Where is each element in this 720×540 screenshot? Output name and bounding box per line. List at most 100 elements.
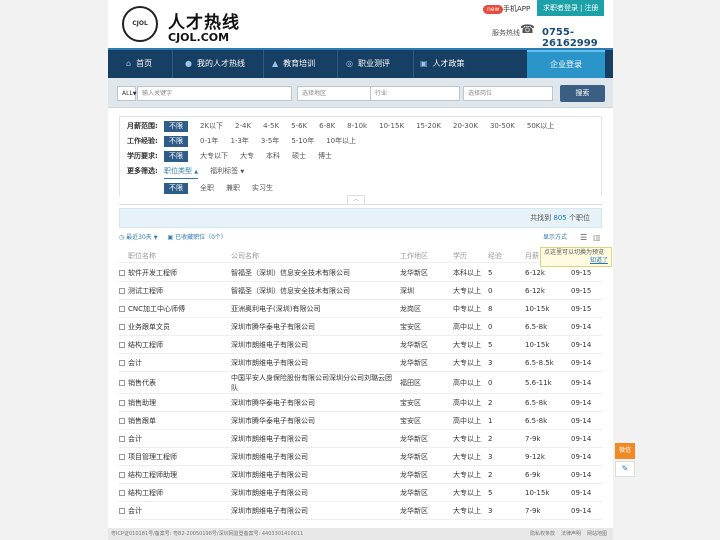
education-option[interactable]: 本科	[266, 151, 280, 162]
wechat-button[interactable]: 微信	[615, 443, 635, 459]
job-title[interactable]: 结构工程师助理	[128, 466, 228, 484]
row-checkbox[interactable]	[119, 380, 125, 386]
row-checkbox[interactable]	[119, 342, 125, 348]
salary-option[interactable]: 10-15K	[379, 121, 404, 132]
position-select[interactable]: 选择岗位	[463, 86, 553, 101]
table-row[interactable]: 结构工程师 深圳市朗维电子有限公司 龙华新区 大专以上 5 10-15k 09-14	[119, 336, 602, 354]
company-name[interactable]: 深圳市朗维电子有限公司	[231, 502, 396, 520]
row-checkbox[interactable]	[119, 306, 125, 312]
education-option[interactable]: 硕士	[292, 151, 306, 162]
company-name[interactable]: 深圳市朗维电子有限公司	[231, 448, 396, 466]
nav-item-policy[interactable]: ▣ 人才政策	[414, 50, 489, 78]
job-title[interactable]: 结构工程师	[128, 336, 228, 354]
company-name[interactable]: 深圳市腾华泰电子有限公司	[231, 318, 396, 336]
table-row[interactable]: 软件开发工程师 智福圣（深圳）信息安全技术有限公司 龙华新区 本科以上 5 6-12k 09…	[119, 264, 602, 282]
education-option[interactable]: 大专以下	[200, 151, 228, 162]
nav-item-assessment[interactable]: ◎ 职业测评	[338, 50, 414, 78]
experience-option[interactable]: 1-3年	[230, 136, 248, 147]
table-row[interactable]: 测试工程师 智福圣（深圳）信息安全技术有限公司 深圳 大专以上 0 6-12k 09-15	[119, 282, 602, 300]
jobtype-option[interactable]: 不限	[164, 183, 188, 194]
row-checkbox[interactable]	[119, 490, 125, 496]
nav-item-my-cjol[interactable]: ● 我的人才热线	[173, 50, 264, 78]
privacy-link[interactable]: 隐私权条款	[530, 531, 555, 537]
company-name[interactable]: 深圳市朗维电子有限公司	[231, 336, 396, 354]
table-row[interactable]: 会计 深圳市朗维电子有限公司 龙华新区 大专以上 2 7-9k 09-14	[119, 430, 602, 448]
row-checkbox[interactable]	[119, 508, 125, 514]
enterprise-login-button[interactable]: 企业登录	[527, 50, 605, 78]
company-name[interactable]: 中国平安人身保险股份有限公司深圳分公司刘璐云团队	[231, 373, 396, 393]
row-checkbox[interactable]	[119, 324, 125, 330]
row-checkbox[interactable]	[119, 400, 125, 406]
company-name[interactable]: 深圳市朗维电子有限公司	[231, 354, 396, 372]
salary-option[interactable]: 6-8K	[319, 121, 335, 132]
job-title[interactable]: 业务跟单文员	[128, 318, 228, 336]
job-title[interactable]: 项目管理工程师	[128, 448, 228, 466]
experience-option[interactable]: 3-5年	[261, 136, 279, 147]
saved-jobs-link[interactable]: 已收藏职位（0个）	[175, 234, 227, 241]
job-title[interactable]: 软件开发工程师	[128, 264, 228, 282]
education-option[interactable]: 大专	[240, 151, 254, 162]
search-type-select[interactable]: ALL▼	[117, 86, 137, 101]
salary-option[interactable]: 2K以下	[200, 121, 223, 132]
jobseeker-login-link[interactable]: 求职者登录	[543, 4, 578, 12]
salary-option[interactable]: 5-6K	[291, 121, 307, 132]
position-type-toggle[interactable]: 职位类型 ▲	[164, 166, 199, 179]
company-name[interactable]: 智福圣（深圳）信息安全技术有限公司	[231, 282, 396, 300]
search-button[interactable]: 搜索	[560, 85, 605, 102]
salary-option[interactable]: 2-4K	[235, 121, 251, 132]
company-name[interactable]: 亚洲奥利电子(深圳)有限公司	[231, 300, 396, 318]
row-checkbox[interactable]	[119, 360, 125, 366]
job-title[interactable]: 销售跟单	[128, 412, 228, 430]
nav-item-education[interactable]: ▲ 教育培训	[264, 50, 338, 78]
experience-option[interactable]: 不限	[164, 136, 188, 147]
company-name[interactable]: 深圳市腾华泰电子有限公司	[231, 394, 396, 412]
row-checkbox[interactable]	[119, 270, 125, 276]
industry-select[interactable]: 行业	[370, 86, 460, 101]
company-name[interactable]: 深圳市朗维电子有限公司	[231, 466, 396, 484]
table-row[interactable]: 项目管理工程师 深圳市朗维电子有限公司 龙华新区 大专以上 3 9-12k 09-14	[119, 448, 602, 466]
table-row[interactable]: 销售代表 中国平安人身保险股份有限公司深圳分公司刘璐云团队 福田区 高中以上 0 5.6-…	[119, 372, 602, 394]
company-name[interactable]: 智福圣（深圳）信息安全技术有限公司	[231, 264, 396, 282]
recent-30-days-filter[interactable]: 最近30天	[126, 234, 152, 241]
area-select[interactable]: 选择地区	[297, 86, 377, 101]
salary-option[interactable]: 30-50K	[490, 121, 515, 132]
salary-option[interactable]: 15-20K	[416, 121, 441, 132]
experience-option[interactable]: 0-1年	[200, 136, 218, 147]
edit-icon[interactable]: ✎	[615, 461, 635, 477]
nav-item-home[interactable]: ⌂ 首页	[108, 50, 173, 78]
experience-option[interactable]: 5-10年	[291, 136, 314, 147]
collapse-filter-button[interactable]: ︿	[347, 195, 365, 204]
education-option[interactable]: 不限	[164, 151, 188, 162]
row-checkbox[interactable]	[119, 436, 125, 442]
education-option[interactable]: 博士	[318, 151, 332, 162]
job-title[interactable]: 结构工程师	[128, 484, 228, 502]
table-row[interactable]: 业务跟单文员 深圳市腾华泰电子有限公司 宝安区 高中以上 0 6.5-8k 09-14	[119, 318, 602, 336]
keyword-input[interactable]: 输入关键字	[137, 86, 292, 101]
jobtype-option[interactable]: 全职	[200, 183, 214, 194]
job-title[interactable]: 测试工程师	[128, 282, 228, 300]
welfare-toggle[interactable]: 福利标签 ▼	[210, 166, 244, 178]
salary-option[interactable]: 8-10k	[347, 121, 367, 132]
table-row[interactable]: 销售跟单 深圳市腾华泰电子有限公司 宝安区 高中以上 1 6.5-8k 09-14	[119, 412, 602, 430]
salary-option[interactable]: 4-5K	[263, 121, 279, 132]
brand[interactable]: 人才热线 CJOL.COM	[168, 8, 240, 44]
row-checkbox[interactable]	[119, 288, 125, 294]
salary-option[interactable]: 20-30K	[453, 121, 478, 132]
sitemap-link[interactable]: 网站地图	[587, 531, 607, 537]
register-link[interactable]: 注册	[584, 4, 598, 12]
table-row[interactable]: CNC加工中心师傅 亚洲奥利电子(深圳)有限公司 龙岗区 中专以上 8 10-15k 09-…	[119, 300, 602, 318]
row-checkbox[interactable]	[119, 454, 125, 460]
job-title[interactable]: 会计	[128, 354, 228, 372]
row-checkbox[interactable]	[119, 472, 125, 478]
mobile-app-link[interactable]: 手机APP	[503, 4, 530, 15]
legal-link[interactable]: 法律声明	[561, 531, 581, 537]
job-title[interactable]: 销售代表	[128, 372, 228, 394]
company-name[interactable]: 深圳市朗维电子有限公司	[231, 484, 396, 502]
cjol-logo[interactable]: CJOL 1997	[122, 6, 158, 59]
table-row[interactable]: 会计 深圳市朗维电子有限公司 龙华新区 大专以上 3 7-9k 09-14	[119, 502, 602, 520]
job-title[interactable]: 销售助理	[128, 394, 228, 412]
company-name[interactable]: 深圳市腾华泰电子有限公司	[231, 412, 396, 430]
table-row[interactable]: 会计 深圳市朗维电子有限公司 龙华新区 大专以上 3 6.5-8.5k 09-14	[119, 354, 602, 372]
salary-option[interactable]: 50K以上	[527, 121, 555, 132]
table-row[interactable]: 结构工程师 深圳市朗维电子有限公司 龙华新区 大专以上 5 10-15k 09-14	[119, 484, 602, 502]
